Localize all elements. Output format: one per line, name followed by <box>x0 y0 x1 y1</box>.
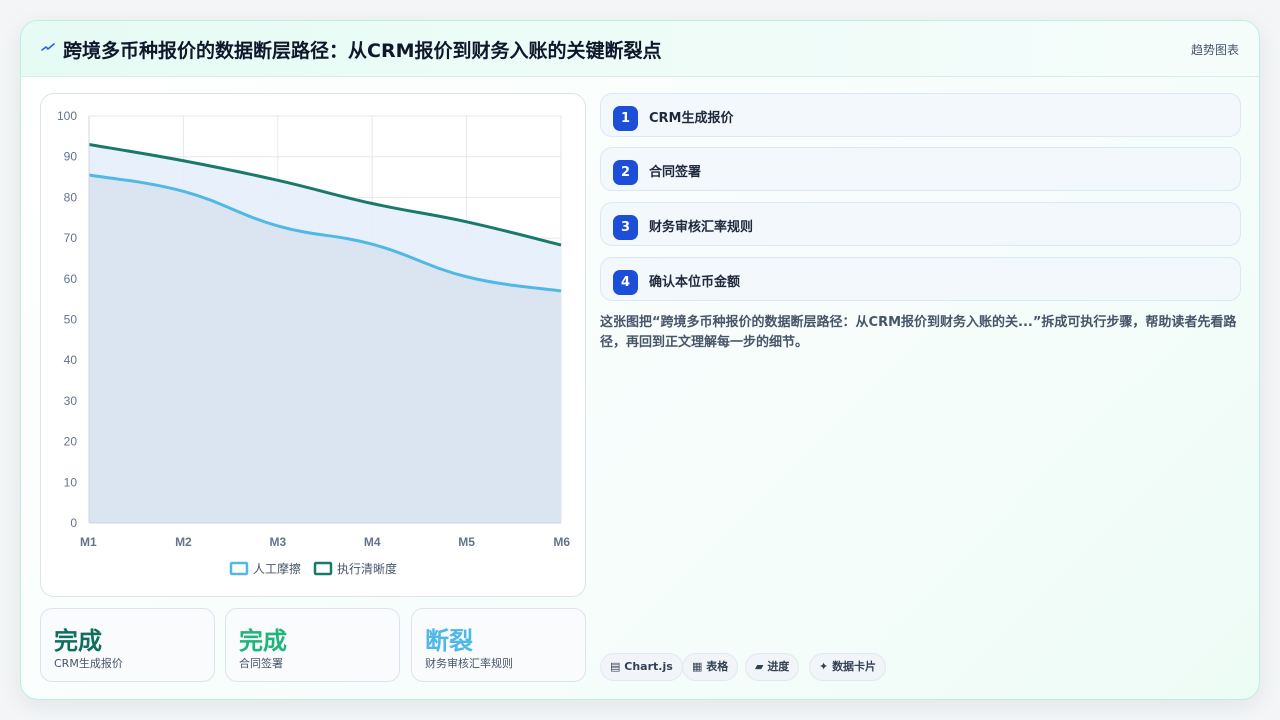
x-tick-label: M1 <box>80 535 97 549</box>
step-label: 合同签署 <box>649 165 702 180</box>
legend-swatch <box>313 561 333 576</box>
step-item[interactable]: 4 确认本位币金额 <box>600 257 1241 301</box>
y-tick-label: 10 <box>64 475 78 489</box>
stat-card: 断裂财务审核汇率规则 <box>411 608 586 682</box>
feature-pill[interactable]: ▰ 进度 <box>745 653 800 681</box>
sparkle-icon: ✦ <box>819 660 829 673</box>
y-tick-label: 40 <box>64 353 78 367</box>
chart-bolt-icon <box>41 43 55 51</box>
x-tick-label: M3 <box>269 535 286 549</box>
trend-chart: 0 10 20 30 40 50 60 70 80 90 100 M1 M2 M3 M4 M5 M6 人工摩擦 执行… <box>57 109 570 576</box>
legend-label: 人工摩擦 <box>253 561 301 576</box>
x-tick-label: M5 <box>458 535 475 549</box>
legend-label: 执行清晰度 <box>337 561 397 576</box>
progress-icon: ▰ <box>755 660 764 673</box>
feature-pill[interactable]: ▦ 表格 <box>682 653 739 681</box>
stat-value: 完成 <box>239 627 287 655</box>
y-tick-label: 50 <box>64 313 78 327</box>
step-number-badge: 4 <box>613 270 638 295</box>
page-title: 跨境多币种报价的数据断层路径：从CRM报价到财务入账的关键断裂点 <box>63 40 662 62</box>
x-tick-label: M4 <box>364 535 381 549</box>
y-tick-label: 90 <box>64 150 78 164</box>
chart-type-tag: 趋势图表 <box>1190 43 1239 57</box>
feature-pill[interactable]: ▤ Chart.js <box>600 653 683 681</box>
x-tick-label: M6 <box>553 535 570 549</box>
step-label: 确认本位币金额 <box>649 275 741 290</box>
y-tick-label: 0 <box>70 516 77 530</box>
step-item[interactable]: 2 合同签署 <box>600 147 1241 191</box>
y-tick-label: 80 <box>64 190 78 204</box>
trend-chart-panel: 0 10 20 30 40 50 60 70 80 90 100 M1 M2 M3 M4 M5 M6 人工摩擦 执行… <box>40 93 586 597</box>
legend-swatch <box>229 561 249 576</box>
step-number-badge: 3 <box>613 215 638 240</box>
pill-label: Chart.js <box>624 660 673 673</box>
feature-pill[interactable]: ✦ 数据卡片 <box>809 653 887 681</box>
step-number-badge: 1 <box>613 106 638 131</box>
step-label: 财务审核汇率规则 <box>649 220 754 235</box>
y-tick-label: 60 <box>64 272 78 286</box>
x-tick-label: M2 <box>175 535 192 549</box>
stat-card: 完成 合同签署 <box>225 608 400 682</box>
pill-label: 数据卡片 <box>832 660 877 673</box>
step-item[interactable]: 1 CRM生成报价 <box>600 93 1241 137</box>
y-tick-label: 70 <box>64 231 78 245</box>
card-header: 跨境多币种报价的数据断层路径：从CRM报价到财务入账的关键断裂点 趋势图表 <box>21 21 1259 77</box>
pill-label: 表格 <box>706 660 729 673</box>
stat-value: 断裂 <box>425 627 473 655</box>
stat-value: 完成 <box>54 627 102 655</box>
y-tick-label: 100 <box>57 109 77 123</box>
y-tick-label: 30 <box>64 394 78 408</box>
pill-label: 进度 <box>767 660 790 673</box>
table-icon: ▦ <box>692 660 703 673</box>
chart-icon: ▤ <box>610 660 621 673</box>
stat-label: 合同签署 <box>239 657 283 670</box>
step-number-badge: 2 <box>613 160 638 185</box>
chart-description: 这张图把“跨境多币种报价的数据断层路径：从CRM报价到财务入账的关...”拆成可… <box>600 315 1237 350</box>
step-item[interactable]: 3 财务审核汇率规则 <box>600 202 1241 246</box>
report-card: 跨境多币种报价的数据断层路径：从CRM报价到财务入账的关键断裂点 趋势图表 0 1… <box>20 20 1260 700</box>
step-label: CRM生成报价 <box>649 111 734 126</box>
stat-label: CRM生成报价 <box>54 657 123 670</box>
stat-label: 财务审核汇率规则 <box>425 657 513 670</box>
y-tick-label: 20 <box>64 435 78 449</box>
stat-card: 完成 CRM生成报价 <box>40 608 215 682</box>
